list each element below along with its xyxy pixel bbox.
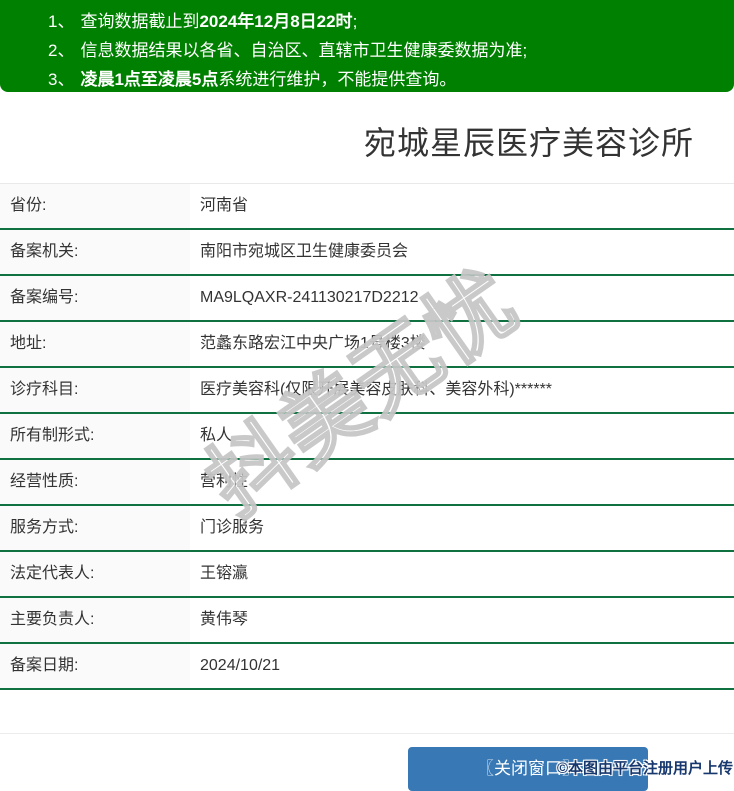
row-value: MA9LQAXR-241130217D2212 <box>190 276 734 320</box>
row-value: 营利性 <box>190 460 734 504</box>
notice-text: 系统进行维护，不能提供查询。 <box>218 70 456 89</box>
row-value: 2024/10/21 <box>190 644 734 688</box>
row-value: 河南省 <box>190 184 734 228</box>
table-row-record-date: 备案日期: 2024/10/21 <box>0 644 734 690</box>
table-row-main-person-in-charge: 主要负责人: 黄伟琴 <box>0 598 734 644</box>
row-value: 黄伟琴 <box>190 598 734 642</box>
row-label: 法定代表人: <box>0 552 190 596</box>
notice-number: 3、 <box>48 70 74 89</box>
page-title: 宛城星辰医疗美容诊所 <box>0 122 734 164</box>
row-value: 王镕瀛 <box>190 552 734 596</box>
row-label: 备案日期: <box>0 644 190 688</box>
row-value: 医疗美容科(仅限开展美容皮肤科、美容外科)****** <box>190 368 734 412</box>
row-value: 范蠡东路宏江中央广场1号楼3楼 <box>190 322 734 366</box>
table-row-service-mode: 服务方式: 门诊服务 <box>0 506 734 552</box>
table-row-operation-nature: 经营性质: 营利性 <box>0 460 734 506</box>
info-table: 省份: 河南省 备案机关: 南阳市宛城区卫生健康委员会 备案编号: MA9LQA… <box>0 183 734 690</box>
row-value: 门诊服务 <box>190 506 734 550</box>
notice-number: 2、 <box>48 41 74 60</box>
table-row-record-authority: 备案机关: 南阳市宛城区卫生健康委员会 <box>0 230 734 276</box>
notice-text-bold: 凌晨1点至凌晨5点 <box>80 70 218 89</box>
notice-text: 查询数据截止到 <box>80 12 199 31</box>
table-row-ownership-form: 所有制形式: 私人 <box>0 414 734 460</box>
row-label: 服务方式: <box>0 506 190 550</box>
table-row-record-number: 备案编号: MA9LQAXR-241130217D2212 <box>0 276 734 322</box>
row-label: 经营性质: <box>0 460 190 504</box>
upload-credit: ©本图由平台注册用户上传 <box>557 757 733 778</box>
row-label: 地址: <box>0 322 190 366</box>
divider <box>0 733 734 734</box>
row-label: 备案编号: <box>0 276 190 320</box>
row-label: 主要负责人: <box>0 598 190 642</box>
notice-banner: 1、查询数据截止到2024年12月8日22时; 2、信息数据结果以各省、自治区、… <box>0 0 734 92</box>
row-label: 省份: <box>0 184 190 228</box>
notice-line: 2、信息数据结果以各省、自治区、直辖市卫生健康委数据为准; <box>0 36 734 65</box>
notice-text: ; <box>353 12 358 31</box>
row-label: 备案机关: <box>0 230 190 274</box>
notice-text-bold: 2024年12月8日22时 <box>199 12 352 31</box>
notice-text: 信息数据结果以各省、自治区、直辖市卫生健康委数据为准; <box>80 41 527 60</box>
table-row-legal-representative: 法定代表人: 王镕瀛 <box>0 552 734 598</box>
notice-line: 3、凌晨1点至凌晨5点系统进行维护，不能提供查询。 <box>0 65 734 94</box>
row-value: 私人 <box>190 414 734 458</box>
table-row-treatment-subjects: 诊疗科目: 医疗美容科(仅限开展美容皮肤科、美容外科)****** <box>0 368 734 414</box>
notice-number: 1、 <box>48 12 74 31</box>
row-label: 诊疗科目: <box>0 368 190 412</box>
row-label: 所有制形式: <box>0 414 190 458</box>
row-value: 南阳市宛城区卫生健康委员会 <box>190 230 734 274</box>
notice-line: 1、查询数据截止到2024年12月8日22时; <box>0 7 734 36</box>
table-row-address: 地址: 范蠡东路宏江中央广场1号楼3楼 <box>0 322 734 368</box>
table-row-province: 省份: 河南省 <box>0 184 734 230</box>
record-query-page: { "notice": { "items": [ { "num": "1、", … <box>0 0 734 781</box>
